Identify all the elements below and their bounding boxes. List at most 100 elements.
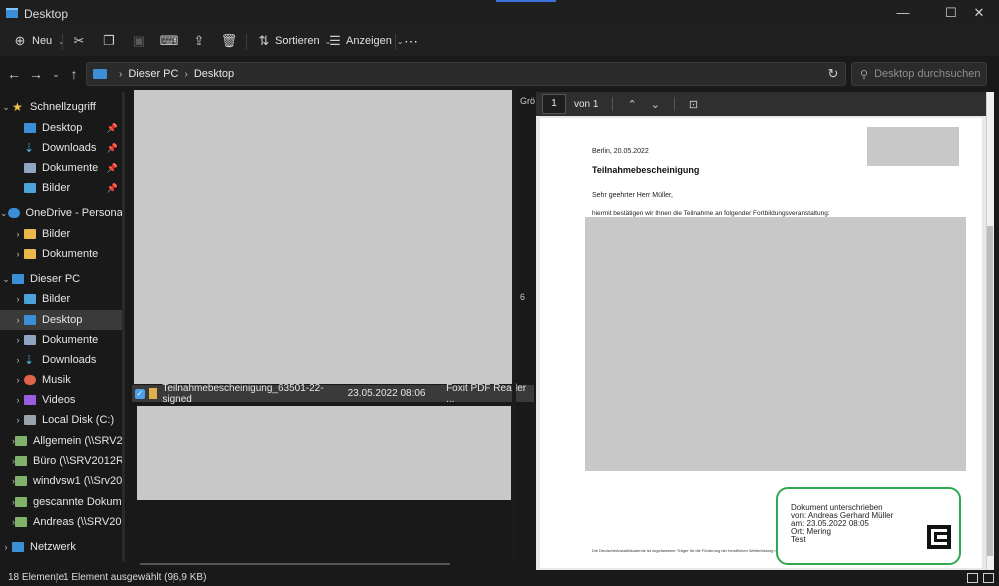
pin-icon: 📌 <box>106 122 118 133</box>
accent-line <box>496 0 556 2</box>
sidebar-label: Bilder <box>42 293 71 305</box>
toolbar-separator <box>612 97 614 111</box>
chevron-right-icon: › <box>16 415 20 425</box>
copy-button[interactable]: ❐ <box>101 32 117 50</box>
chevron-right-icon: › <box>16 335 20 345</box>
download-icon: ⇣ <box>24 141 35 155</box>
sidebar-item-bilder-quick[interactable]: Bilder 📌 <box>0 178 122 198</box>
desktop-icon <box>24 315 36 325</box>
paste-button[interactable]: ▣ <box>131 32 147 50</box>
folder-icon <box>24 229 36 239</box>
minimize-button[interactable]: — <box>888 4 918 22</box>
toolbar-separator <box>395 34 396 50</box>
sort-button[interactable]: ⇅ Sortieren ⌄ <box>256 32 332 50</box>
chevron-right-icon: › <box>4 542 8 552</box>
up-arrow-icon[interactable]: ↑ <box>66 66 82 82</box>
chevron-down-icon: ⌄ <box>396 36 404 46</box>
close-button[interactable]: ✕ <box>964 4 994 22</box>
sidebar-label: Local Disk (C:) <box>42 414 115 426</box>
sidebar-item-pc-bilder[interactable]: › Bilder <box>0 289 122 309</box>
sidebar-item-onedrive[interactable]: ⌄ OneDrive - Personal <box>0 203 122 223</box>
sidebar-item-desktop-quick[interactable]: Desktop 📌 <box>0 118 122 138</box>
pc-icon <box>93 69 107 79</box>
signature-line: Test <box>791 535 806 544</box>
paste-icon: ▣ <box>132 33 146 48</box>
chevron-down-icon: ⌄ <box>2 101 10 112</box>
sidebar-item-local-disk[interactable]: › Local Disk (C:) <box>0 410 122 430</box>
tiles-view-icon[interactable] <box>983 573 994 583</box>
sidebar-label: Downloads <box>42 142 97 154</box>
signature-logo-icon <box>927 525 951 549</box>
sidebar-item-pc-desktop[interactable]: › Desktop <box>0 310 122 330</box>
doc-heading: Teilnahmebescheinigung <box>592 165 700 175</box>
search-box[interactable]: ⚲ Desktop durchsuchen <box>851 62 987 86</box>
sidebar-item-netzwerk[interactable]: › Netzwerk <box>0 537 122 557</box>
sidebar-item-musik[interactable]: › Musik <box>0 370 122 390</box>
sidebar-item-network-drive-andreas[interactable]: › Andreas (\\SRV2012R2) ( <box>0 512 122 532</box>
horizontal-scrollbar[interactable] <box>140 563 450 565</box>
sidebar-item-network-drive-buero[interactable]: › Büro (\\SRV2012R2) (I:) <box>0 451 122 471</box>
sidebar-item-onedrive-dokumente[interactable]: › Dokumente <box>0 244 122 264</box>
sidebar-label: Dieser PC <box>30 273 81 285</box>
network-drive-icon <box>15 497 27 507</box>
sidebar-label: windvsw1 (\\Srv2012r2) ( <box>33 475 122 487</box>
delete-button[interactable]: 🗑 <box>221 32 238 50</box>
view-icon: ☰ <box>329 33 341 48</box>
breadcrumb-dieser-pc[interactable]: Dieser PC <box>128 68 178 80</box>
pc-icon <box>12 274 24 284</box>
copy-icon: ❐ <box>103 33 115 48</box>
maximize-button[interactable]: ☐ <box>936 4 966 22</box>
more-options-button[interactable]: ⋯ <box>404 32 418 50</box>
sidebar-item-pc-downloads[interactable]: › ⇣ Downloads <box>0 350 122 370</box>
network-drive-icon <box>15 517 27 527</box>
sidebar-item-network-drive-allgemein[interactable]: › Allgemein (\\SRV2012R2) <box>0 431 122 451</box>
forward-arrow-icon[interactable]: → <box>28 66 44 82</box>
network-drive-icon <box>15 456 27 466</box>
breadcrumb-separator: › <box>184 68 188 80</box>
details-view-icon[interactable] <box>967 573 978 583</box>
page-number-input[interactable]: 1 <box>542 94 566 114</box>
back-arrow-icon[interactable]: ← <box>6 66 22 82</box>
scissors-icon: ✂ <box>73 33 85 48</box>
new-button[interactable]: ⊕ Neu ⌄ <box>12 32 65 50</box>
sidebar-item-videos[interactable]: › Videos <box>0 390 122 410</box>
sidebar-label: Büro (\\SRV2012R2) (I:) <box>33 455 122 467</box>
share-button[interactable]: ⇪ <box>191 32 207 50</box>
sidebar-label: Dokumente <box>42 248 99 260</box>
view-button[interactable]: ☰ Anzeigen ⌄ <box>327 32 404 50</box>
pdf-scroll-thumb[interactable] <box>987 226 993 556</box>
pane-divider[interactable] <box>512 88 516 562</box>
chevron-right-icon: › <box>16 294 20 304</box>
sidebar-scrollbar[interactable] <box>122 92 125 562</box>
music-icon <box>24 375 36 385</box>
refresh-icon[interactable]: ↻ <box>826 66 840 82</box>
window-title: Desktop <box>24 7 69 21</box>
desktop-icon <box>24 123 36 133</box>
address-bar[interactable]: › Dieser PC › Desktop ⌄ <box>86 62 902 86</box>
sidebar-item-downloads-quick[interactable]: ⇣ Downloads 📌 <box>0 138 122 158</box>
sidebar-label: Netzwerk <box>30 541 76 553</box>
page-down-icon[interactable]: ⌄ <box>651 98 660 111</box>
sidebar-item-pc-dokumente[interactable]: › Dokumente <box>0 330 122 350</box>
sidebar-item-network-drive-gescannte[interactable]: › gescannte Dokumente (\ <box>0 492 122 512</box>
checkbox-checked[interactable]: ✓ <box>135 388 145 399</box>
documents-icon <box>24 335 36 345</box>
sidebar-item-dokumente-quick[interactable]: Dokumente 📌 <box>0 158 122 178</box>
recent-chevron-icon[interactable]: ⌄ <box>48 66 64 82</box>
column-header-size[interactable]: Grö <box>520 96 535 106</box>
status-separator <box>173 573 174 583</box>
cut-button[interactable]: ✂ <box>71 32 87 50</box>
breadcrumb-desktop[interactable]: Desktop <box>194 68 234 80</box>
sidebar-item-network-drive-windvsw1[interactable]: › windvsw1 (\\Srv2012r2) ( <box>0 471 122 491</box>
page-up-icon[interactable]: ⌃ <box>627 98 636 111</box>
sidebar-item-dieser-pc[interactable]: ⌄ Dieser PC <box>0 269 122 289</box>
chevron-down-icon: ⌄ <box>0 207 8 218</box>
file-date: 23.05.2022 08:06 <box>347 388 426 399</box>
sidebar-label: Videos <box>42 394 76 406</box>
rename-button[interactable]: ⌨ <box>160 32 179 50</box>
sidebar-item-onedrive-bilder[interactable]: › Bilder <box>0 224 122 244</box>
sidebar-item-schnellzugriff[interactable]: ⌄ ★ Schnellzugriff <box>0 97 122 117</box>
folder-icon <box>24 249 36 259</box>
file-row-selected[interactable]: ✓ Teilnahmebescheinigung_63501-22-signed… <box>132 383 534 405</box>
fit-page-icon[interactable]: ⊡ <box>689 98 698 111</box>
